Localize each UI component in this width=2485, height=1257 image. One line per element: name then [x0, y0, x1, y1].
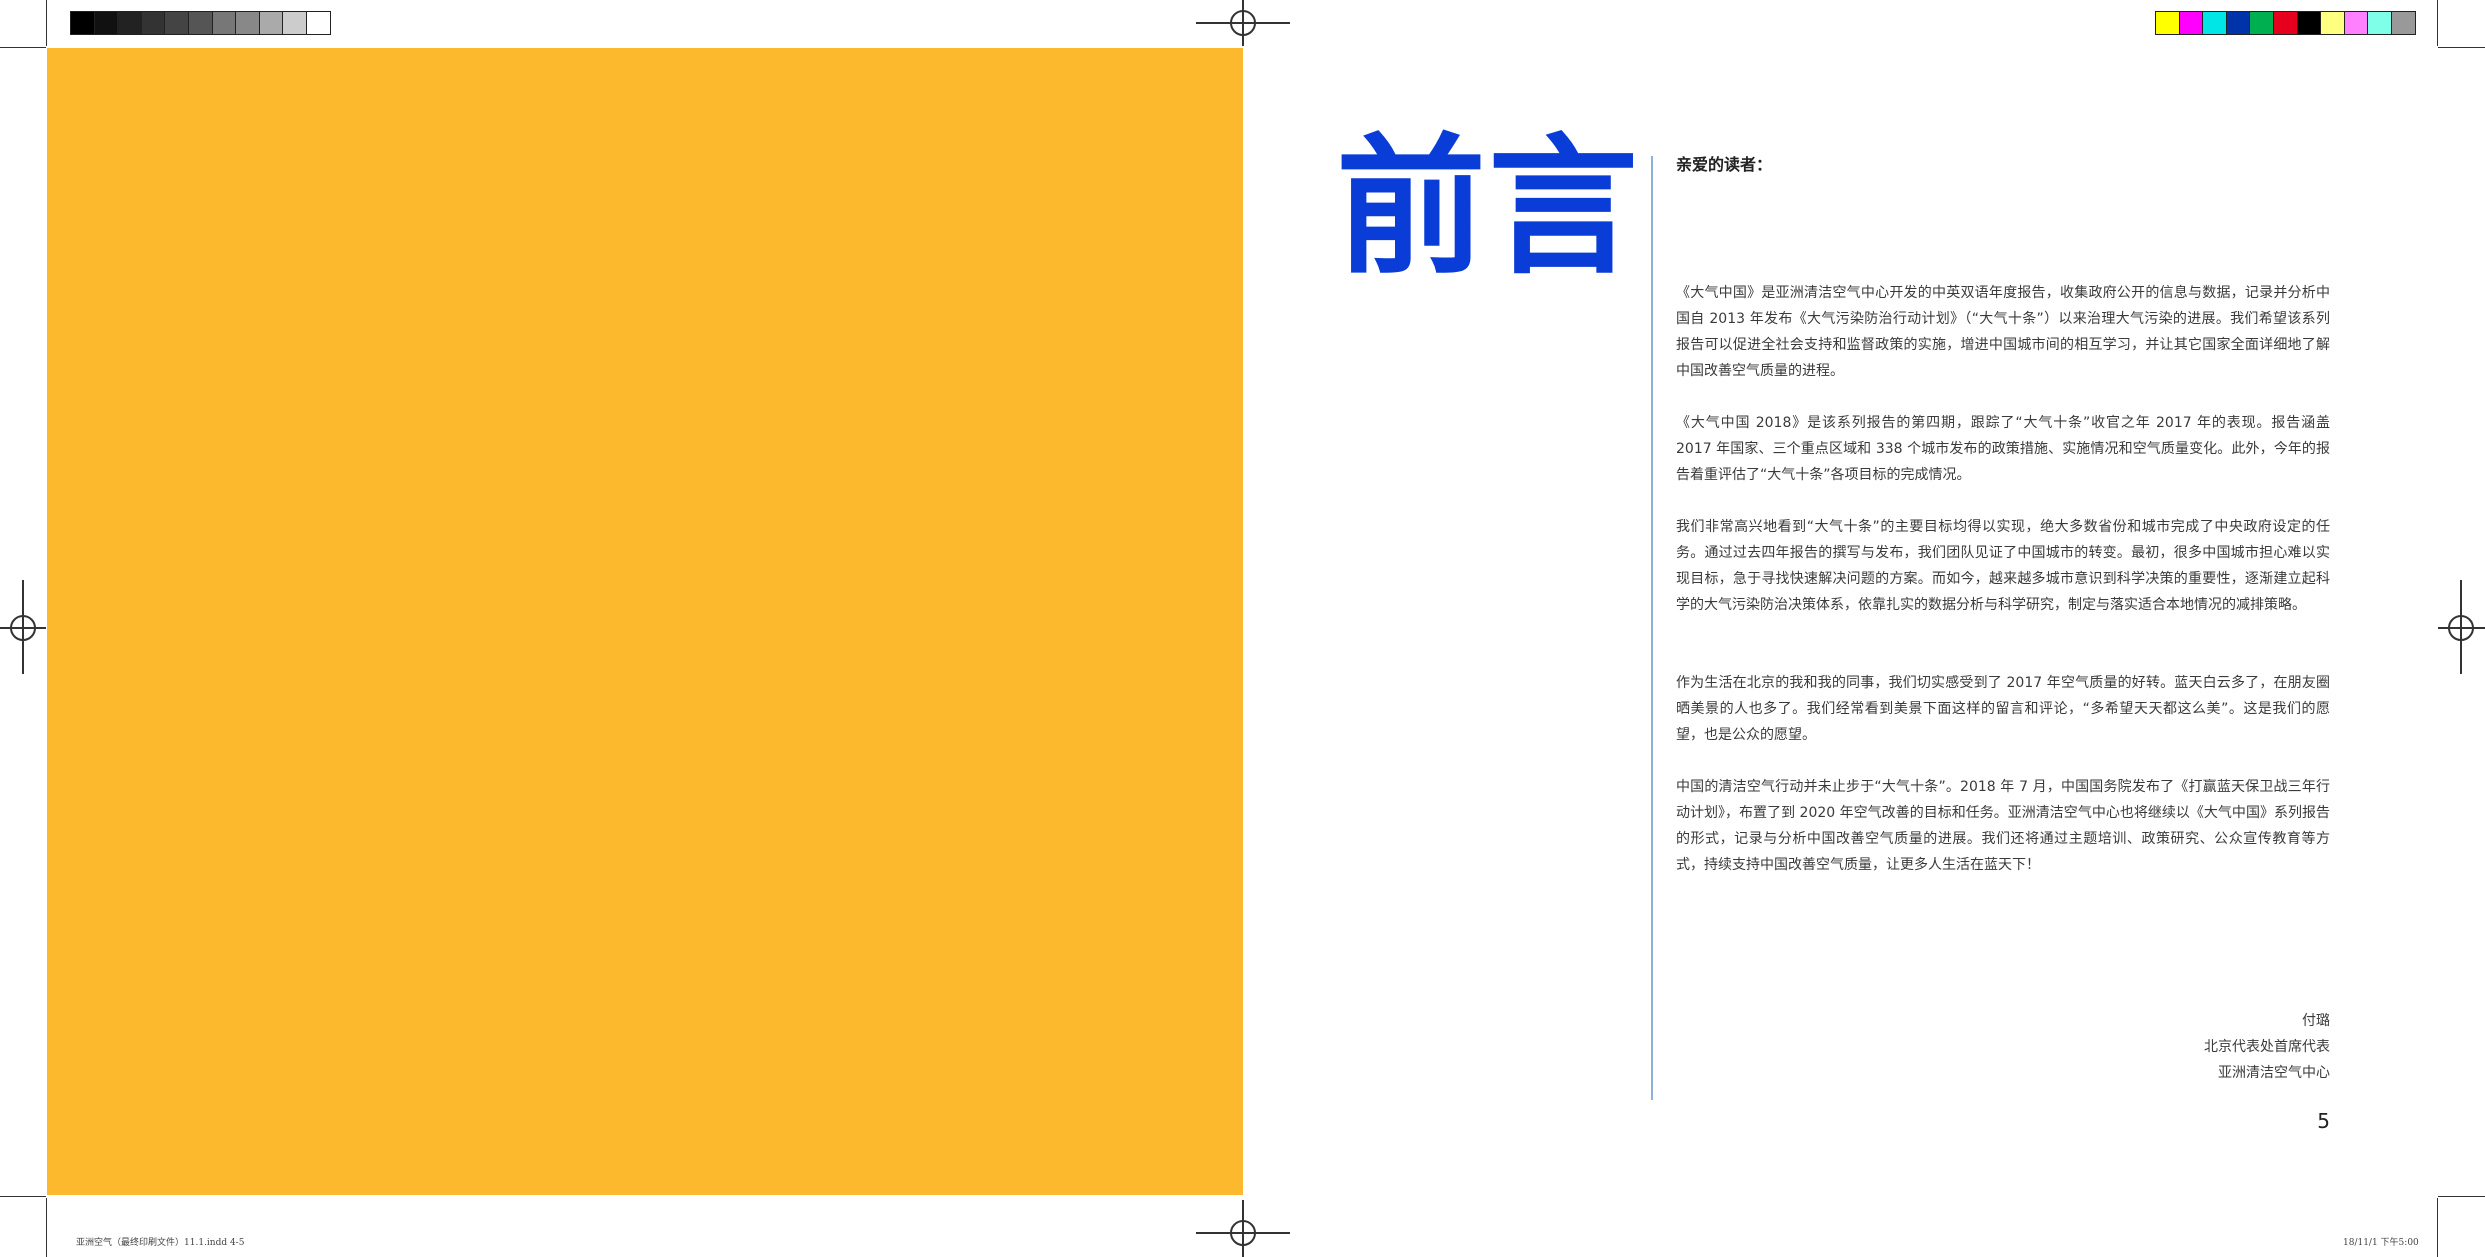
vertical-divider — [1651, 156, 1653, 1100]
grayscale-swatch — [282, 11, 307, 35]
grayscale-swatch — [235, 11, 260, 35]
page-title: 前言 — [1336, 121, 1641, 295]
grayscale-swatch — [258, 11, 284, 35]
grayscale-swatch — [211, 11, 237, 35]
color-swatch — [2225, 11, 2251, 35]
page-number: 5 — [2317, 1109, 2330, 1133]
color-swatch — [2320, 11, 2345, 35]
color-swatch — [2367, 11, 2392, 35]
paragraph-5: 中国的清洁空气行动并未止步于“大气十条”。2018 年 7 月，中国国务院发布了… — [1676, 779, 2330, 873]
color-swatch — [2391, 11, 2416, 35]
paragraph-3: 我们非常高兴地看到“大气十条”的主要目标均得以实现，绝大多数省份和城市完成了中央… — [1676, 519, 2330, 613]
cover-color-panel — [47, 48, 1243, 1195]
grayscale-swatch — [164, 11, 189, 35]
color-calibration-bar — [2155, 11, 2416, 35]
slug-left: 亚洲空气（最终印刷文件）11.1.indd 4-5 — [76, 1238, 245, 1248]
signature-organization: 亚洲清洁空气中心 — [2218, 1065, 2330, 1081]
grayscale-swatch — [70, 11, 95, 35]
salutation: 亲爱的读者： — [1676, 155, 1773, 174]
signature-title: 北京代表处首席代表 — [2204, 1039, 2330, 1055]
paragraph-1: 《大气中国》是亚洲清洁空气中心开发的中英双语年度报告，收集政府公开的信息与数据，… — [1676, 285, 2330, 379]
grayscale-swatch — [188, 11, 213, 35]
grayscale-swatch — [306, 11, 331, 35]
paragraph-2: 《大气中国 2018》是该系列报告的第四期，跟踪了“大气十条”收官之年 2017… — [1676, 415, 2330, 483]
color-swatch — [2178, 11, 2204, 35]
grayscale-calibration-bar — [70, 11, 331, 35]
color-swatch — [2202, 11, 2227, 35]
grayscale-swatch — [140, 11, 166, 35]
color-swatch — [2249, 11, 2274, 35]
color-swatch — [2343, 11, 2369, 35]
color-swatch — [2296, 11, 2322, 35]
slug-right: 18/11/1 下午5:00 — [2343, 1238, 2419, 1248]
paragraph-4: 作为生活在北京的我和我的同事，我们切实感受到了 2017 年空气质量的好转。蓝天… — [1676, 675, 2330, 743]
grayscale-swatch — [93, 11, 119, 35]
grayscale-swatch — [117, 11, 142, 35]
signature-name: 付璐 — [2302, 1013, 2330, 1029]
color-swatch — [2155, 11, 2180, 35]
color-swatch — [2273, 11, 2298, 35]
